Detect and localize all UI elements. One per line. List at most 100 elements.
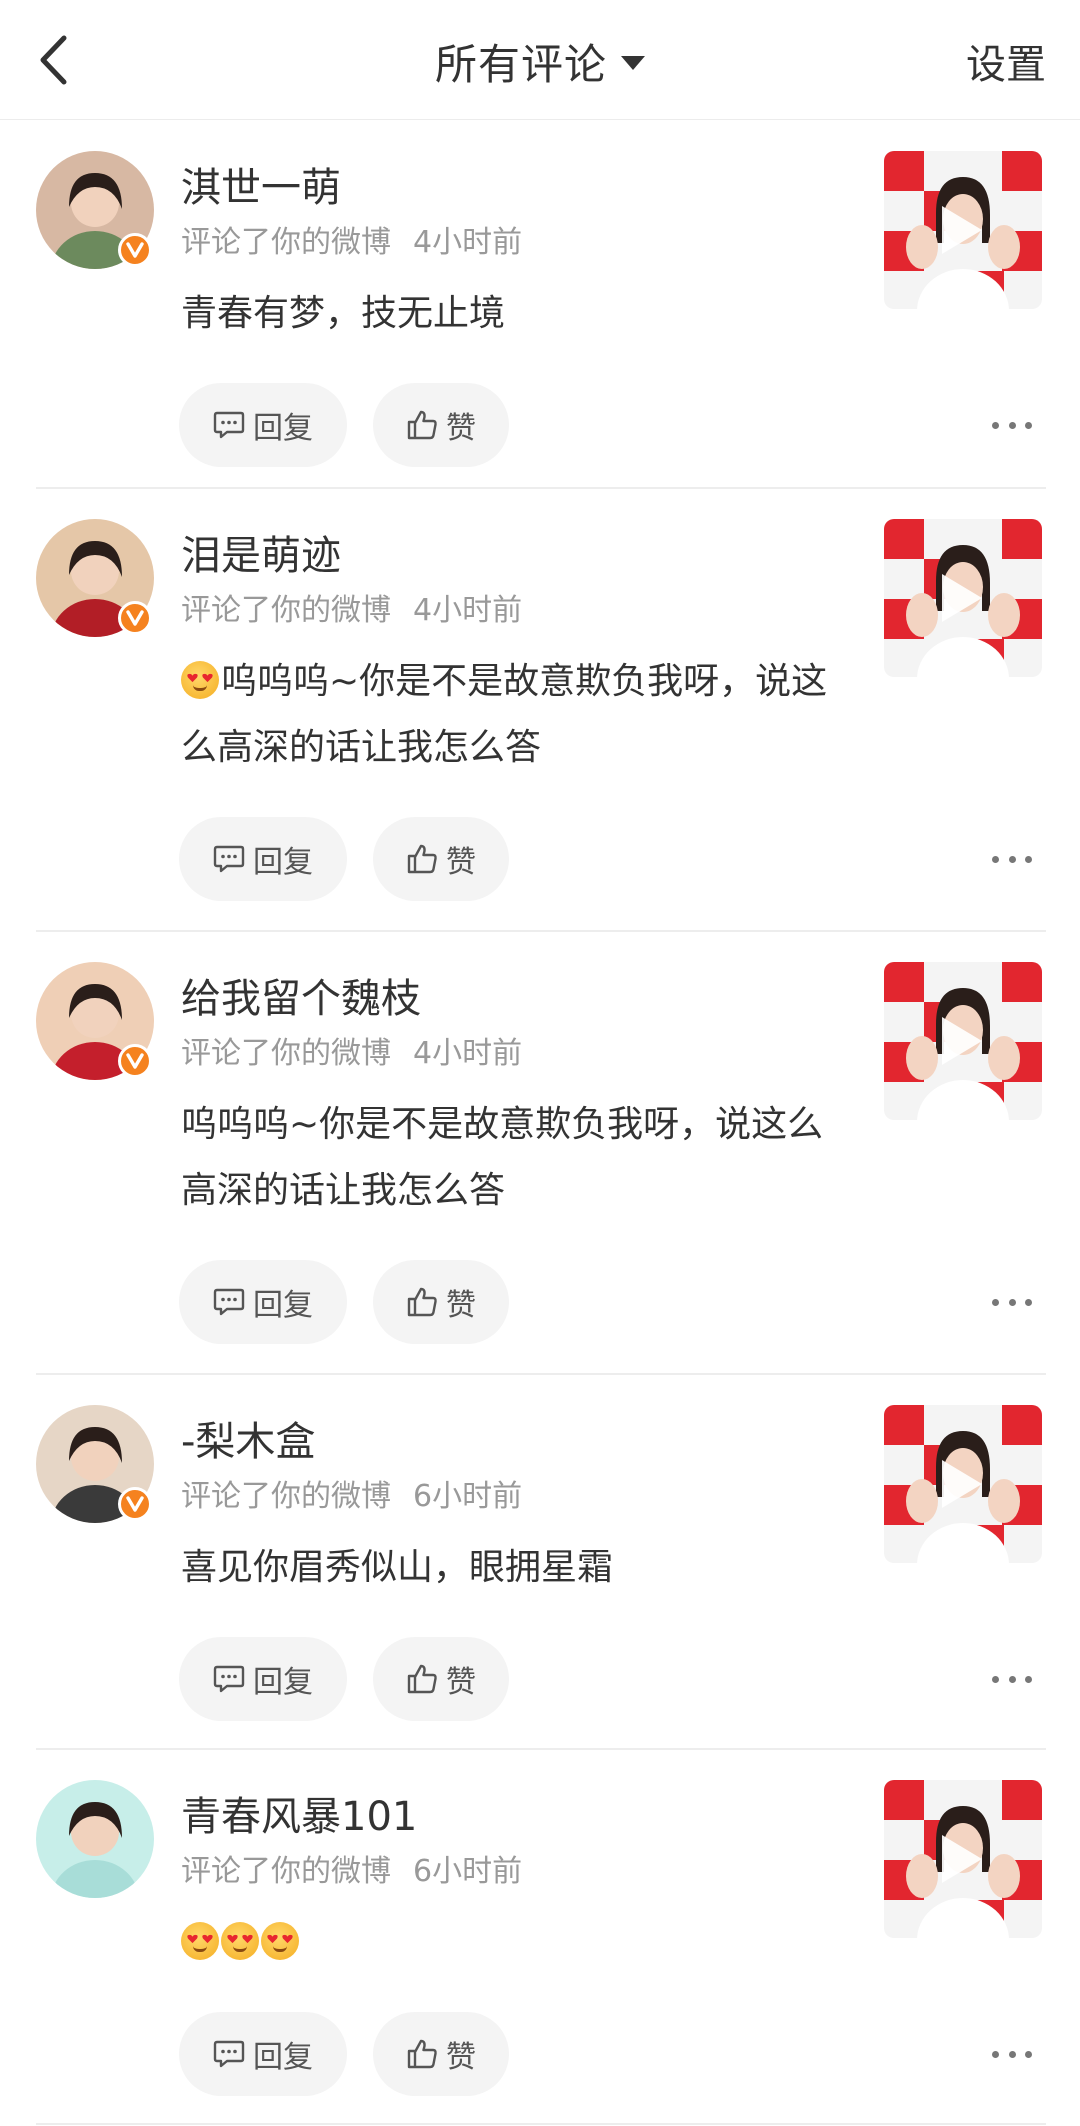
like-button[interactable]: 赞	[373, 2012, 509, 2096]
username[interactable]: 青春风暴101	[181, 1784, 417, 1842]
comment-time: 4小时前	[413, 593, 523, 628]
username[interactable]: 淇世一萌	[181, 155, 341, 213]
reply-label: 回复	[253, 1665, 313, 1700]
more-dot	[1008, 421, 1016, 429]
heart-eyes-emoji	[181, 661, 219, 699]
comment-text: 喜见你眉秀似山，眼拥星霜	[181, 1535, 841, 1601]
thumbs-up-icon	[407, 844, 437, 874]
thumbs-up-icon	[407, 1664, 437, 1694]
play-icon	[942, 206, 982, 254]
avatar[interactable]	[36, 962, 154, 1080]
page-title: 所有评论	[434, 39, 607, 89]
like-label: 赞	[446, 845, 476, 880]
reply-label: 回复	[253, 411, 313, 446]
play-icon	[942, 574, 982, 622]
more-dot	[1025, 1298, 1032, 1306]
comment-time: 4小时前	[413, 225, 523, 260]
comment-action-text: 评论了你的微博	[181, 1479, 391, 1514]
comment-text-body: 喜见你眉秀似山，眼拥星霜	[181, 1547, 614, 1588]
comment-text: 呜呜呜~你是不是故意欺负我呀，说这么高深的话让我怎么答	[181, 649, 841, 781]
more-dot	[1008, 855, 1016, 863]
verified-v-icon	[118, 1044, 152, 1078]
comment-text-body: 青春有梦，技无止境	[181, 293, 506, 334]
comment-time: 4小时前	[413, 1036, 523, 1071]
comment-action-text: 评论了你的微博	[181, 225, 391, 260]
reply-button[interactable]: 回复	[179, 2012, 347, 2096]
more-dot	[1008, 2050, 1016, 2058]
more-button[interactable]	[992, 849, 1032, 869]
like-button[interactable]: 赞	[373, 1637, 509, 1721]
avatar[interactable]	[36, 519, 154, 637]
like-label: 赞	[446, 2040, 476, 2075]
like-button[interactable]: 赞	[373, 383, 509, 467]
more-button[interactable]	[992, 2044, 1032, 2064]
reply-label: 回复	[253, 845, 313, 880]
more-dot	[1025, 1675, 1032, 1683]
reply-button[interactable]: 回复	[179, 817, 347, 901]
heart-eyes-emoji	[181, 1922, 219, 1960]
thumbs-up-icon	[407, 410, 437, 440]
comment-text-body: 呜呜呜~你是不是故意欺负我呀，说这么高深的话让我怎么答	[181, 661, 828, 768]
comment-text: 呜呜呜~你是不是故意欺负我呀，说这么高深的话让我怎么答	[181, 1092, 841, 1224]
comment-meta: 评论了你的微博 6小时前	[181, 1471, 522, 1515]
reply-button[interactable]: 回复	[179, 1260, 347, 1344]
comment-item: 青春风暴101 评论了你的微博 6小时前 回复 赞	[0, 1750, 1080, 2125]
divider	[36, 2123, 1046, 2125]
username[interactable]: 给我留个魏枝	[181, 966, 421, 1024]
video-thumbnail[interactable]	[884, 151, 1042, 309]
more-dot	[1025, 2050, 1032, 2058]
comment-icon	[213, 1665, 245, 1693]
heart-eyes-emoji	[221, 1922, 259, 1960]
like-button[interactable]: 赞	[373, 817, 509, 901]
video-thumbnail[interactable]	[884, 1405, 1042, 1563]
more-button[interactable]	[992, 1292, 1032, 1312]
settings-button[interactable]: 设置	[966, 30, 1046, 92]
play-icon	[942, 1460, 982, 1508]
comment-text-body: 呜呜呜~你是不是故意欺负我呀，说这么高深的话让我怎么答	[181, 1104, 824, 1211]
video-thumbnail[interactable]	[884, 519, 1042, 677]
comment-item: 给我留个魏枝 评论了你的微博 4小时前 呜呜呜~你是不是故意欺负我呀，说这么高深的…	[0, 932, 1080, 1375]
like-label: 赞	[446, 411, 476, 446]
comment-meta: 评论了你的微博 4小时前	[181, 585, 522, 629]
comment-icon	[213, 1288, 245, 1316]
more-button[interactable]	[992, 1669, 1032, 1689]
avatar[interactable]	[36, 1780, 154, 1898]
like-button[interactable]: 赞	[373, 1260, 509, 1344]
avatar[interactable]	[36, 1405, 154, 1523]
reply-button[interactable]: 回复	[179, 1637, 347, 1721]
more-dot	[992, 421, 999, 429]
more-dot	[992, 2050, 999, 2058]
comment-filter-dropdown[interactable]: 所有评论	[0, 30, 1080, 92]
comment-item: 泪是萌迹 评论了你的微博 4小时前 呜呜呜~你是不是故意欺负我呀，说这么高深的话让…	[0, 489, 1080, 932]
comment-action-text: 评论了你的微博	[181, 1036, 391, 1071]
more-button[interactable]	[992, 415, 1032, 435]
username[interactable]: 泪是萌迹	[181, 523, 341, 581]
like-label: 赞	[446, 1665, 476, 1700]
video-thumbnail[interactable]	[884, 1780, 1042, 1938]
comment-item: -梨木盒 评论了你的微博 6小时前 喜见你眉秀似山，眼拥星霜 回复 赞	[0, 1375, 1080, 1750]
comment-icon	[213, 2040, 245, 2068]
more-dot	[1008, 1298, 1016, 1306]
video-thumbnail[interactable]	[884, 962, 1042, 1120]
verified-v-icon	[118, 601, 152, 635]
reply-button[interactable]: 回复	[179, 383, 347, 467]
reply-label: 回复	[253, 1288, 313, 1323]
like-label: 赞	[446, 1288, 476, 1323]
thumbs-up-icon	[407, 2039, 437, 2069]
comment-icon	[213, 845, 245, 873]
avatar[interactable]	[36, 151, 154, 269]
comment-meta: 评论了你的微博 4小时前	[181, 1028, 522, 1072]
comment-action-text: 评论了你的微博	[181, 1854, 391, 1889]
play-icon	[942, 1017, 982, 1065]
more-dot	[992, 1298, 999, 1306]
thumbs-up-icon	[407, 1287, 437, 1317]
comment-meta: 评论了你的微博 6小时前	[181, 1846, 522, 1890]
username[interactable]: -梨木盒	[181, 1409, 315, 1467]
caret-down-icon	[621, 56, 645, 70]
more-dot	[1025, 421, 1032, 429]
more-dot	[992, 855, 999, 863]
comment-meta: 评论了你的微博 4小时前	[181, 217, 522, 261]
reply-label: 回复	[253, 2040, 313, 2075]
play-icon	[942, 1835, 982, 1883]
comment-time: 6小时前	[413, 1479, 523, 1514]
